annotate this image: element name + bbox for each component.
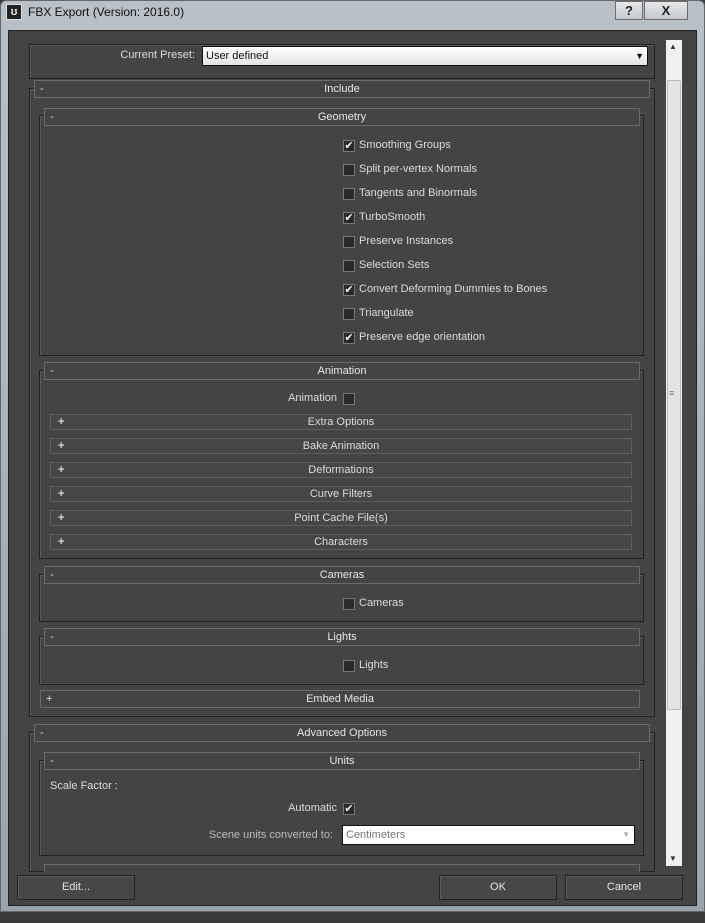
animation-subrollout-header[interactable]: + Characters — [50, 534, 632, 550]
geometry-checkbox[interactable]: ✔ — [343, 140, 355, 152]
automatic-checkbox[interactable]: ✔ — [343, 803, 355, 815]
scene-units-select[interactable]: Centimeters ▼ — [342, 825, 635, 845]
geometry-checkbox[interactable] — [343, 236, 355, 248]
advanced-options-rollout-header[interactable]: - Advanced Options — [34, 724, 650, 742]
units-rollout-header[interactable]: - Units — [44, 752, 640, 770]
scene-units-label: Scene units converted to: — [208, 829, 333, 841]
geometry-option-label: Preserve Instances — [359, 235, 454, 247]
geometry-checkbox[interactable] — [343, 260, 355, 272]
geometry-option-label: Convert Deforming Dummies to Bones — [359, 283, 548, 295]
geometry-option-label: Split per-vertex Normals — [359, 163, 477, 175]
grip-icon: ≡ — [669, 388, 675, 398]
automatic-label: Automatic — [288, 802, 337, 814]
scroll-down-icon[interactable]: ▼ — [669, 854, 677, 863]
lights-checkbox[interactable] — [343, 660, 355, 672]
geometry-checkbox[interactable]: ✔ — [343, 284, 355, 296]
ok-button[interactable]: OK — [439, 875, 557, 900]
preset-value: User defined — [206, 50, 269, 62]
app-icon: ʊ — [6, 4, 22, 20]
embed-media-rollout-header[interactable]: + Embed Media — [40, 690, 640, 708]
animation-label: Animation — [288, 392, 337, 404]
scale-factor-label: Scale Factor : — [50, 780, 118, 792]
edit-button[interactable]: Edit... — [17, 875, 135, 900]
geometry-option-label: Smoothing Groups — [359, 139, 451, 151]
cameras-label: Cameras — [359, 597, 404, 609]
cancel-button[interactable]: Cancel — [565, 875, 683, 900]
geometry-checkbox[interactable]: ✔ — [343, 332, 355, 344]
preset-select[interactable]: User defined ▼ — [202, 46, 648, 66]
geometry-checkbox[interactable] — [343, 188, 355, 200]
dropdown-arrow-icon: ▼ — [622, 830, 630, 839]
geometry-rollout-header[interactable]: - Geometry — [44, 108, 640, 126]
geometry-option-label: Preserve edge orientation — [359, 331, 485, 343]
lights-label: Lights — [359, 659, 389, 671]
geometry-checkbox[interactable] — [343, 308, 355, 320]
geometry-checkbox[interactable] — [343, 164, 355, 176]
geometry-option-label: TurboSmooth — [359, 211, 426, 223]
animation-subrollout-header[interactable]: + Point Cache File(s) — [50, 510, 632, 526]
cameras-rollout-header[interactable]: - Cameras — [44, 566, 640, 584]
preset-label: Current Preset: — [120, 49, 195, 61]
scroll-up-icon[interactable]: ▲ — [669, 42, 677, 51]
geometry-group — [39, 115, 644, 356]
include-rollout-header[interactable]: - Include — [34, 80, 650, 98]
help-button[interactable]: ? — [615, 1, 643, 20]
geometry-option-label: Triangulate — [359, 307, 414, 319]
geometry-option-label: Selection Sets — [359, 259, 430, 271]
next-rollout-header[interactable] — [44, 864, 640, 872]
animation-subrollout-header[interactable]: + Extra Options — [50, 414, 632, 430]
cameras-checkbox[interactable] — [343, 598, 355, 610]
animation-subrollout-header[interactable]: + Deformations — [50, 462, 632, 478]
lights-rollout-header[interactable]: - Lights — [44, 628, 640, 646]
dropdown-arrow-icon: ▼ — [635, 51, 644, 61]
animation-subrollout-header[interactable]: + Bake Animation — [50, 438, 632, 454]
scene-units-value: Centimeters — [346, 829, 406, 841]
geometry-option-label: Tangents and Binormals — [359, 187, 478, 199]
animation-subrollout-header[interactable]: + Curve Filters — [50, 486, 632, 502]
animation-rollout-header[interactable]: - Animation — [44, 362, 640, 380]
geometry-checkbox[interactable]: ✔ — [343, 212, 355, 224]
window-title: FBX Export (Version: 2016.0) — [28, 5, 185, 19]
close-button[interactable]: X — [644, 1, 688, 20]
animation-checkbox[interactable] — [343, 393, 355, 405]
